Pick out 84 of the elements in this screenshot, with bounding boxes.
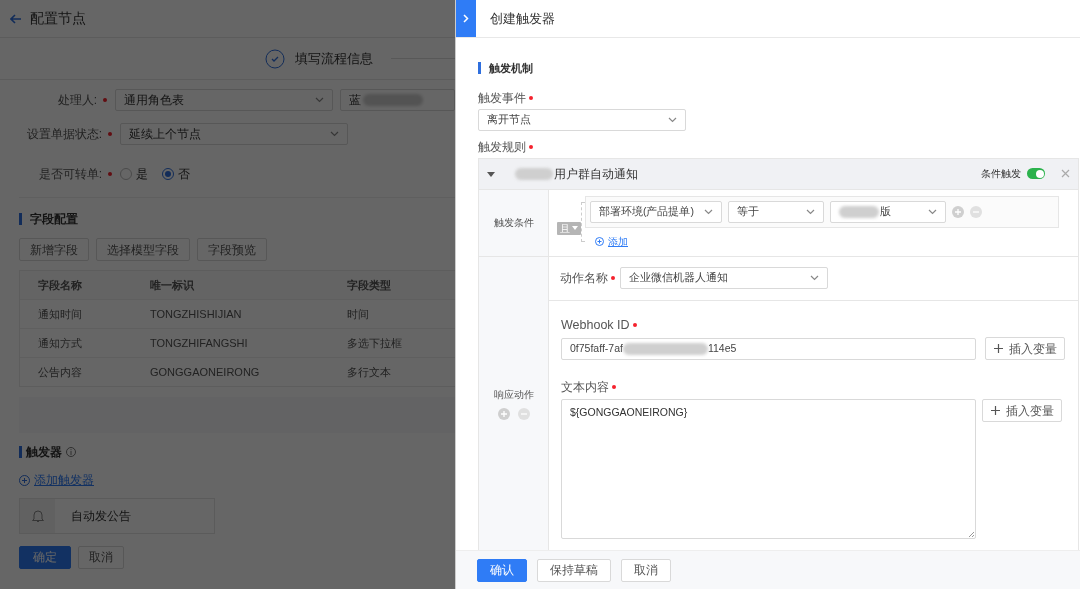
select-field[interactable]: 蓝 [339, 89, 455, 111]
bell-icon [31, 509, 44, 522]
minus-circle-icon[interactable] [970, 205, 982, 218]
add-trigger-link[interactable]: 添加触发器 [19, 471, 94, 489]
table-cell-text: 多行文本 [347, 364, 392, 380]
chevron-down-icon [810, 275, 819, 281]
chevron-down-icon [314, 97, 324, 103]
toolbar-button[interactable]: 字段预览 [197, 238, 267, 261]
add-condition-link[interactable]: 添加 [595, 233, 628, 249]
confirm-button[interactable]: 确定 [19, 545, 71, 569]
toggle-switch[interactable] [1027, 168, 1045, 179]
cancel-button[interactable]: 取消 [78, 545, 124, 569]
row-label: 响应动作 [493, 388, 534, 402]
plus-circle-icon [19, 474, 30, 486]
cancel-button[interactable]: 取消 [621, 558, 671, 582]
resize-grip-icon [968, 531, 974, 538]
field-label: 触发规则 [478, 138, 526, 156]
select-field[interactable]: 延续上个节点 [120, 123, 348, 145]
select-field[interactable]: 离开节点 [478, 108, 686, 131]
table-cell-text: TONGZHIFANGSHI [150, 335, 249, 351]
column-header: 唯一标识 [150, 277, 195, 293]
section-title: 触发机制 [489, 61, 533, 76]
chevron-down-icon [704, 208, 713, 215]
page-title: 配置节点 [30, 9, 86, 28]
section-marker [19, 446, 22, 458]
section-title: 触发器 [26, 444, 62, 461]
close-icon[interactable] [1061, 169, 1070, 178]
column-header: 字段名称 [37, 277, 83, 293]
trigger-card[interactable]: 自动发公告 [19, 497, 215, 534]
insert-variable-button[interactable]: 插入变量 [985, 337, 1065, 361]
radio-option[interactable]: 否 [162, 165, 190, 183]
back-arrow-icon[interactable] [10, 13, 22, 24]
plus-icon [990, 406, 1000, 416]
text-area[interactable]: ${GONGGAONEIRONG} [561, 399, 976, 540]
plus-circle-icon[interactable] [497, 408, 510, 420]
table-cell-text: 多选下拉框 [347, 335, 403, 351]
table-cell-text: GONGGAONEIRONG [150, 364, 261, 380]
select-field[interactable]: 企业微信机器人通知 [620, 267, 828, 289]
column-header: 字段类型 [347, 277, 392, 293]
table-cell-text: 时间 [347, 306, 370, 322]
select-field[interactable]: 等于 [728, 200, 824, 223]
toggle-label: 条件触发 [981, 167, 1021, 181]
minus-circle-icon[interactable] [517, 408, 530, 420]
plus-circle-icon[interactable] [952, 205, 964, 218]
field-label: 动作名称 [560, 270, 608, 287]
plus-circle-icon [595, 236, 604, 246]
field-label: 触发事件 [478, 89, 526, 107]
table-cell-text: 公告内容 [37, 364, 83, 380]
toolbar-button[interactable]: 新增字段 [19, 238, 89, 261]
chevron-down-icon [806, 208, 815, 215]
table-cell-text: TONGZHISHIJIAN [150, 306, 243, 322]
save-draft-button[interactable]: 保持草稿 [537, 558, 611, 582]
step-label: 填写流程信息 [295, 49, 373, 68]
input-field[interactable]: 0f75faff-7af 114e5 [561, 337, 976, 360]
section-title: 字段配置 [30, 211, 78, 228]
select-field[interactable]: 通用角色表 [114, 89, 333, 111]
field-label: Webhook ID [561, 316, 630, 334]
chevron-right-icon [463, 14, 469, 23]
field-label: 处理人: [56, 92, 98, 109]
info-icon [66, 447, 76, 457]
chevron-down-icon [928, 208, 937, 215]
drawer-title: 创建触发器 [490, 9, 555, 28]
confirm-button[interactable]: 确认 [477, 558, 527, 582]
select-field[interactable]: 版 [830, 200, 946, 223]
radio-option[interactable]: 是 [120, 165, 148, 183]
field-label: 文本内容 [561, 379, 609, 397]
collapse-button[interactable] [456, 0, 476, 37]
insert-variable-button[interactable]: 插入变量 [982, 399, 1062, 423]
select-field[interactable]: 部署环境(产品提单) [590, 200, 722, 223]
caret-down-icon [572, 226, 578, 230]
section-marker [19, 213, 22, 225]
chevron-down-icon [330, 131, 339, 137]
logic-dropdown[interactable]: 且 [557, 221, 581, 235]
rule-name: 用户群自动通知 [515, 164, 638, 183]
table-cell-text: 通知时间 [37, 306, 83, 322]
chevron-down-icon [668, 116, 677, 123]
section-marker [478, 62, 481, 75]
table-cell-text: 通知方式 [37, 335, 83, 351]
plus-icon [993, 344, 1003, 354]
row-label: 触发条件 [493, 216, 534, 230]
trigger-name: 自动发公告 [71, 507, 131, 525]
caret-down-icon[interactable] [487, 169, 495, 178]
toolbar-button[interactable]: 选择模型字段 [96, 238, 190, 261]
field-label: 是否可转单: [37, 166, 102, 183]
